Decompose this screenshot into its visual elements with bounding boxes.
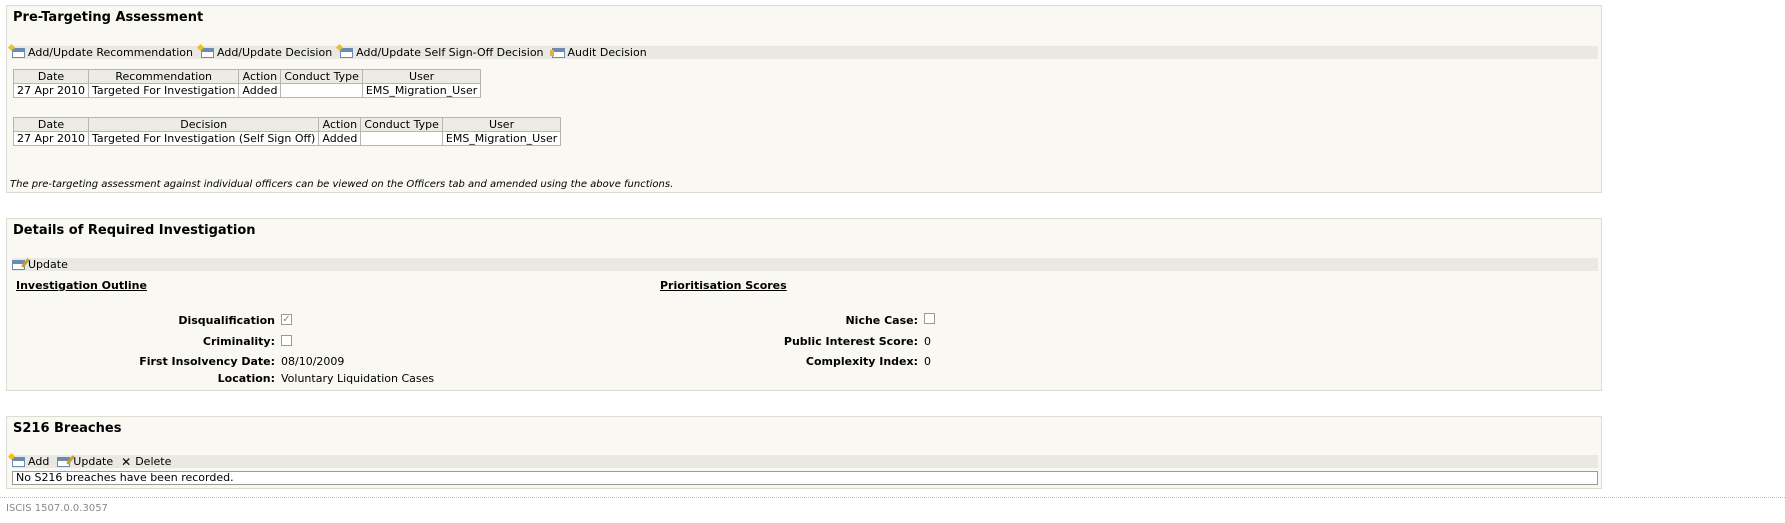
pre-targeting-toolbar: Add/Update Recommendation Add/Update Dec…: [12, 46, 1598, 59]
table-row: 27 Apr 2010 Targeted For Investigation A…: [12, 83, 482, 98]
investigation-toolbar: Update: [12, 258, 1598, 271]
add-update-self-sign-off-label: Add/Update Self Sign-Off Decision: [356, 46, 544, 59]
col-conduct-type: Conduct Type: [280, 69, 363, 84]
add-label: Add: [28, 455, 50, 468]
add-icon: [12, 456, 25, 467]
pre-targeting-title: Pre-Targeting Assessment: [13, 10, 204, 25]
cell-date: 27 Apr 2010: [12, 83, 90, 98]
update-icon: [12, 259, 25, 270]
breaches-title: S216 Breaches: [13, 421, 122, 436]
add-update-decision-label: Add/Update Decision: [217, 46, 333, 59]
update-label: Update: [73, 455, 114, 468]
col-action: Action: [318, 117, 362, 132]
first-insolvency-date-label: First Insolvency Date:: [139, 355, 275, 368]
decisions-header-row: Date Decision Action Conduct Type User: [12, 117, 562, 132]
add-recommendation-icon: [12, 47, 25, 58]
add-update-recommendation-label: Add/Update Recommendation: [28, 46, 193, 59]
pre-targeting-note: The pre-targeting assessment against ind…: [10, 179, 674, 190]
prioritisation-scores-heading: Prioritisation Scores: [660, 279, 787, 292]
table-row: 27 Apr 2010 Targeted For Investigation (…: [12, 131, 562, 146]
update-icon: [57, 456, 71, 467]
disqualification-label: Disqualification: [178, 314, 275, 327]
cell-conduct-type: [280, 83, 363, 98]
update-label: Update: [28, 258, 68, 271]
decisions-table: Date Decision Action Conduct Type User 2…: [12, 117, 562, 146]
update-breach-button[interactable]: Update: [57, 455, 113, 468]
col-user: User: [361, 69, 482, 84]
self-sign-off-icon: [340, 47, 354, 58]
cell-user: EMS_Migration_User: [361, 83, 482, 98]
recommendations-header-row: Date Recommendation Action Conduct Type …: [12, 69, 482, 84]
audit-icon: [549, 47, 565, 58]
niche-case-label: Niche Case:: [845, 314, 918, 327]
breaches-toolbar: Add Update ✕ Delete: [12, 455, 1598, 468]
investigation-panel: Details of Required Investigation Update…: [6, 218, 1602, 391]
criminality-checkbox[interactable]: [281, 335, 292, 346]
location-value: Voluntary Liquidation Cases: [281, 372, 435, 385]
niche-case-checkbox[interactable]: [924, 313, 935, 324]
cell-date: 27 Apr 2010: [12, 131, 90, 146]
add-update-self-sign-off-button[interactable]: Add/Update Self Sign-Off Decision: [340, 46, 544, 59]
recommendations-table: Date Recommendation Action Conduct Type …: [12, 69, 482, 98]
audit-decision-button[interactable]: Audit Decision: [549, 46, 647, 59]
cell-user: EMS_Migration_User: [441, 131, 562, 146]
cell-conduct-type: [360, 131, 443, 146]
investigation-outline-heading: Investigation Outline: [16, 279, 147, 292]
col-user: User: [441, 117, 562, 132]
pre-targeting-panel: Pre-Targeting Assessment Add/Update Reco…: [6, 5, 1602, 193]
version-footer: ISCIS 1507.0.0.3057: [6, 503, 108, 514]
delete-breach-button[interactable]: ✕ Delete: [121, 455, 171, 468]
cell-action: Added: [318, 131, 362, 146]
audit-decision-label: Audit Decision: [567, 46, 647, 59]
no-breaches-message: No S216 breaches have been recorded.: [12, 471, 1598, 485]
col-date: Date: [12, 117, 90, 132]
complexity-index-label: Complexity Index:: [805, 355, 918, 368]
update-investigation-button[interactable]: Update: [12, 258, 68, 271]
col-date: Date: [12, 69, 90, 84]
col-conduct-type: Conduct Type: [360, 117, 443, 132]
location-label: Location:: [217, 372, 275, 385]
breaches-panel: S216 Breaches Add Update ✕ Delete No S21…: [6, 416, 1602, 489]
add-breach-button[interactable]: Add: [12, 455, 49, 468]
complexity-index-value: 0: [924, 355, 931, 368]
add-decision-icon: [201, 47, 214, 58]
cell-recommendation: Targeted For Investigation: [88, 83, 240, 98]
delete-label: Delete: [135, 455, 172, 468]
public-interest-score-label: Public Interest Score:: [783, 335, 918, 348]
disqualification-checkbox[interactable]: ✓: [281, 314, 292, 325]
add-update-decision-button[interactable]: Add/Update Decision: [201, 46, 332, 59]
col-recommendation: Recommendation: [88, 69, 240, 84]
col-action: Action: [238, 69, 282, 84]
footer-divider: [0, 497, 1785, 498]
col-decision: Decision: [88, 117, 320, 132]
first-insolvency-date-value: 08/10/2009: [281, 355, 345, 368]
cell-decision: Targeted For Investigation (Self Sign Of…: [88, 131, 320, 146]
criminality-label: Criminality:: [202, 335, 275, 348]
investigation-title: Details of Required Investigation: [13, 223, 256, 238]
public-interest-score-value: 0: [924, 335, 931, 348]
add-update-recommendation-button[interactable]: Add/Update Recommendation: [12, 46, 193, 59]
delete-icon: ✕: [121, 454, 132, 469]
cell-action: Added: [238, 83, 282, 98]
